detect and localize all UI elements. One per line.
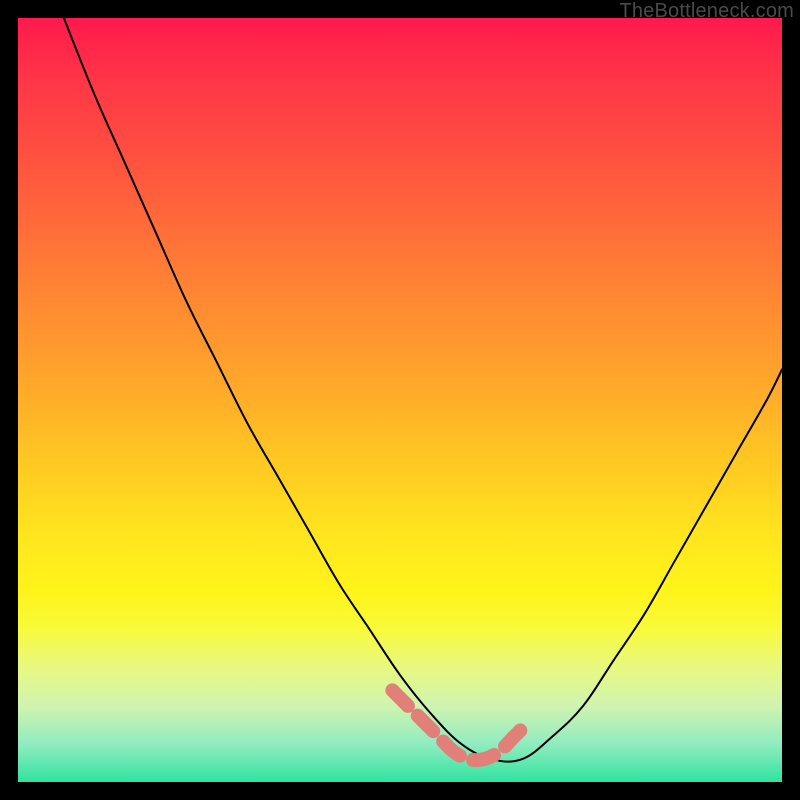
- bottleneck-curve: [64, 18, 782, 762]
- chart-svg: [18, 18, 782, 782]
- minimum-highlight: [392, 690, 530, 760]
- watermark-text: TheBottleneck.com: [619, 0, 794, 23]
- chart-frame: TheBottleneck.com: [0, 0, 800, 800]
- chart-plot-area: [18, 18, 782, 782]
